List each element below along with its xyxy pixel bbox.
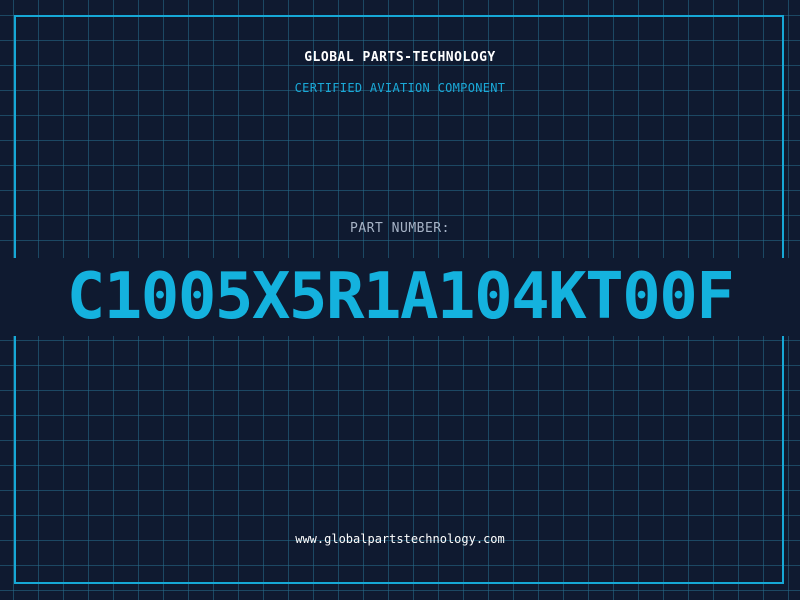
- part-number-value: C1005X5R1A104KT00F: [66, 260, 735, 334]
- website-url: www.globalpartstechnology.com: [295, 532, 505, 546]
- certification-tagline: CERTIFIED AVIATION COMPONENT: [294, 81, 506, 95]
- part-number-label: PART NUMBER:: [350, 221, 450, 236]
- label-canvas: GLOBAL PARTS-TECHNOLOGY CERTIFIED AVIATI…: [0, 0, 800, 600]
- company-name: GLOBAL PARTS-TECHNOLOGY: [304, 50, 496, 65]
